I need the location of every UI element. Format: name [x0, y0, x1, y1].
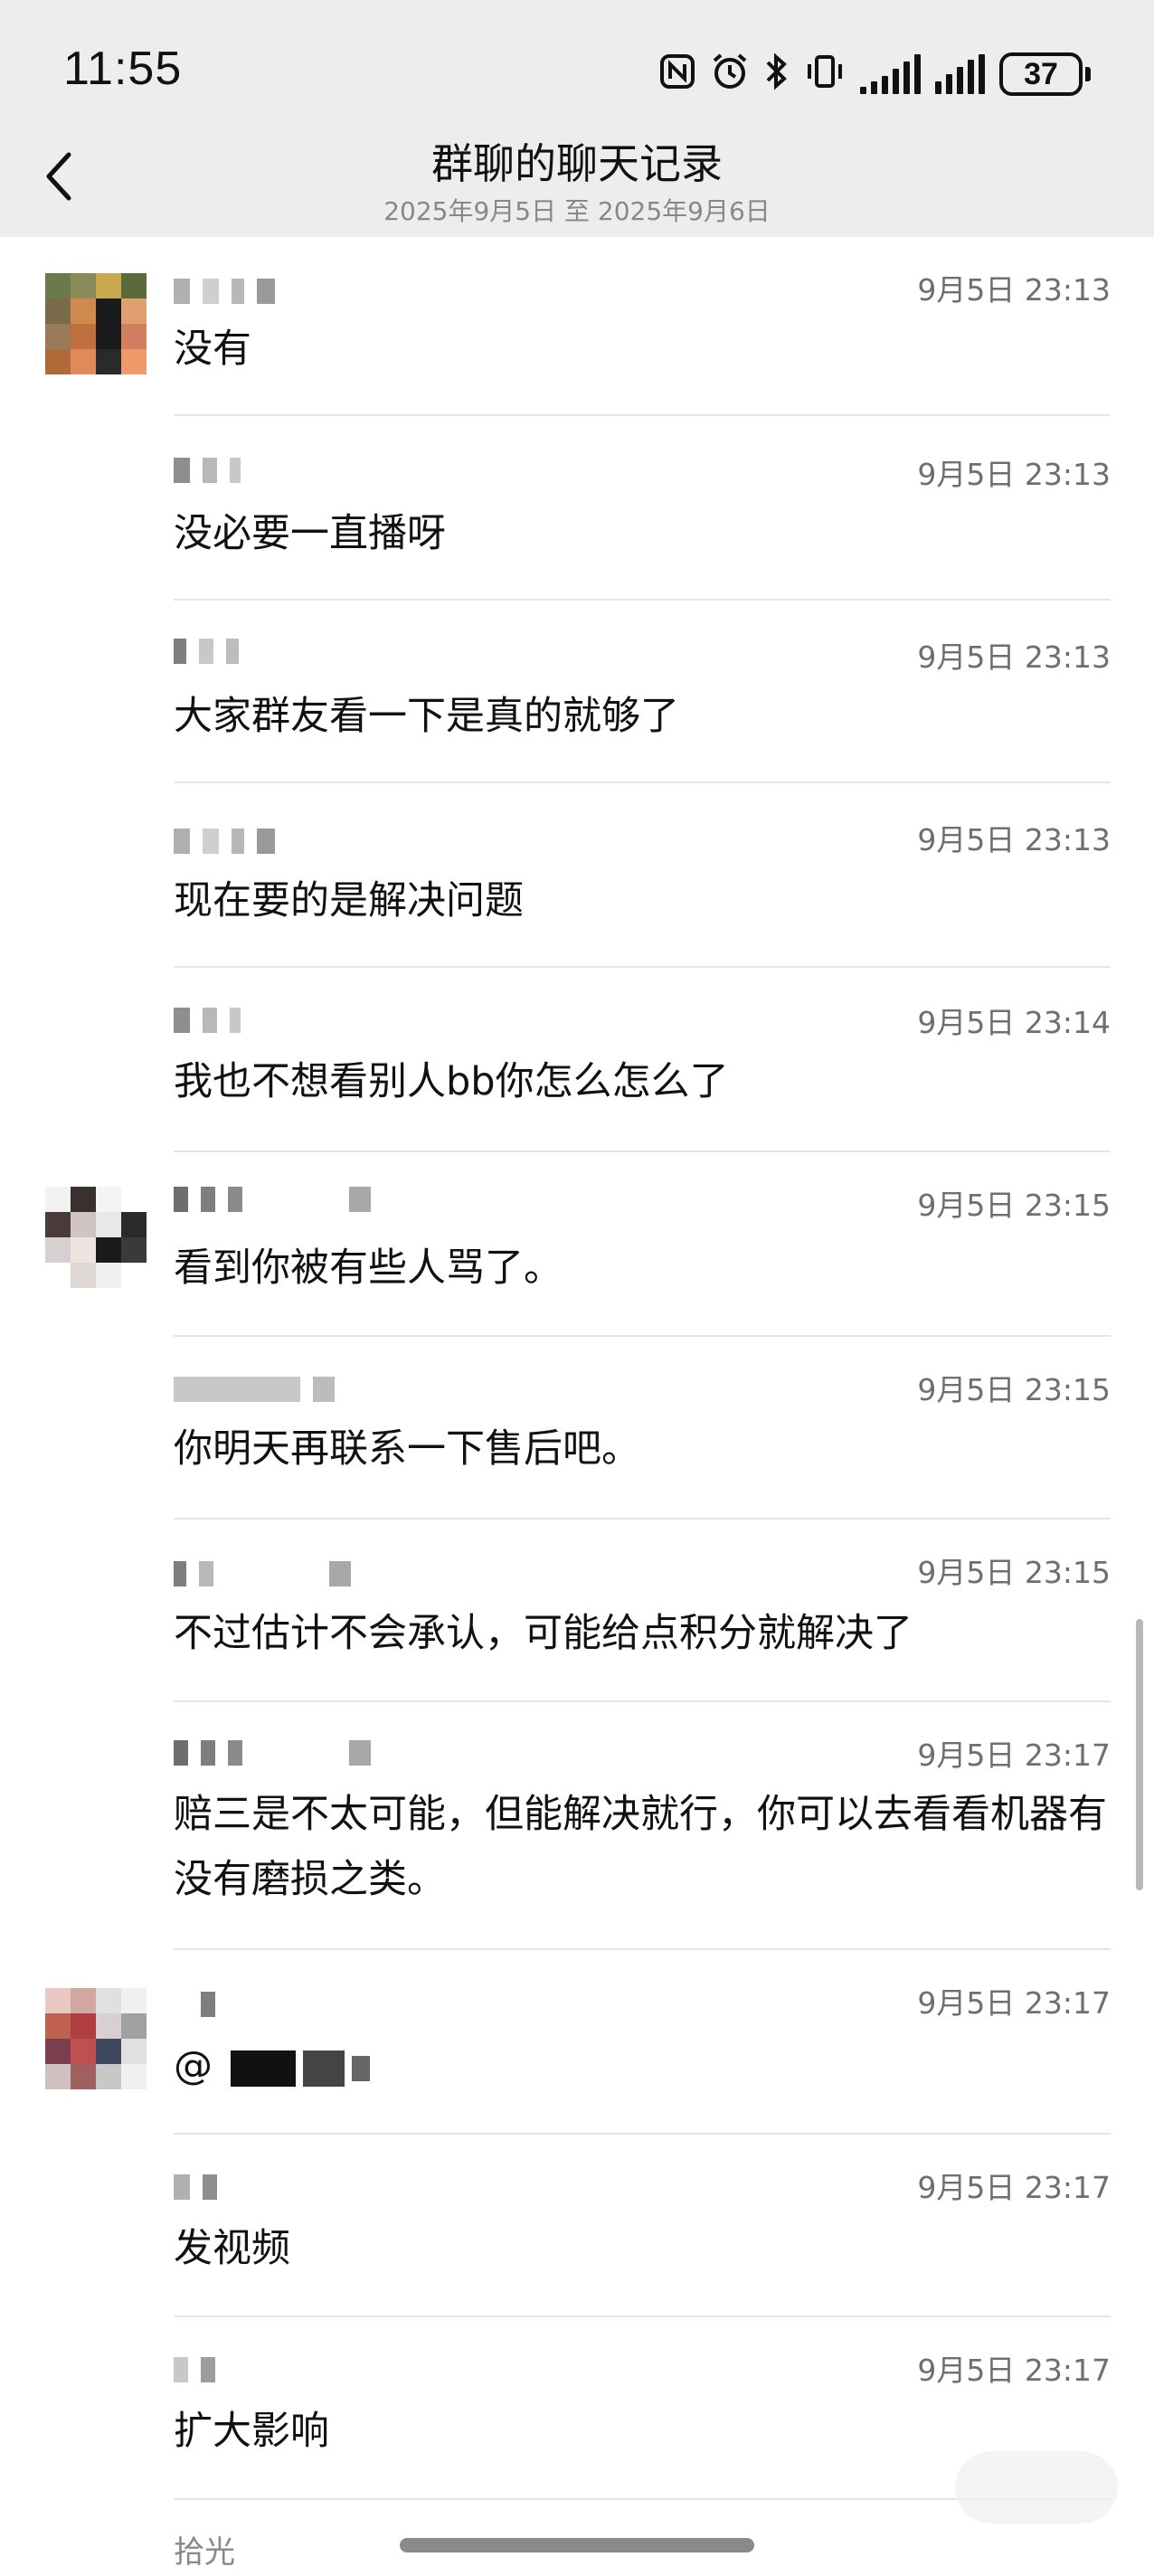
message-text[interactable]: 大家群友看一下是真的就够了 — [174, 684, 1114, 749]
divider — [174, 2133, 1111, 2135]
nfc-icon — [659, 53, 695, 96]
sender-name — [174, 633, 239, 669]
message-time: 9月5日 23:15 — [917, 1372, 1111, 1407]
avatar[interactable] — [45, 1988, 147, 2089]
avatar[interactable] — [45, 1187, 147, 1288]
sender-name — [174, 1002, 241, 1038]
divider — [174, 599, 1111, 601]
scrollbar[interactable] — [1136, 1619, 1143, 1890]
divider — [174, 2316, 1111, 2317]
message-time: 9月5日 23:17 — [917, 2170, 1111, 2205]
sender-name — [174, 1181, 371, 1217]
alarm-icon — [710, 52, 750, 98]
sender-name — [174, 823, 275, 859]
sender-name — [174, 452, 241, 488]
message-time: 9月5日 23:17 — [917, 1985, 1111, 2021]
divider — [174, 781, 1111, 783]
message-text[interactable]: 扩大影响 — [174, 2399, 1114, 2464]
divider — [174, 1335, 1111, 1337]
home-indicator[interactable] — [400, 2538, 754, 2552]
redacted-mention — [302, 2050, 345, 2087]
divider — [174, 1948, 1111, 1950]
divider — [174, 966, 1111, 968]
redacted-mention — [351, 2055, 370, 2081]
message-time: 9月5日 23:14 — [917, 1005, 1111, 1040]
bluetooth-icon — [764, 52, 790, 98]
sender-name — [174, 1735, 371, 1771]
avatar[interactable] — [45, 273, 147, 374]
divider — [174, 1151, 1111, 1152]
divider — [174, 1518, 1111, 1520]
message-text[interactable]: 你明天再联系一下售后吧。 — [174, 1416, 1114, 1482]
status-time: 11:55 — [63, 43, 183, 95]
message-time: 9月5日 23:15 — [917, 1188, 1111, 1223]
message-time: 9月5日 23:13 — [917, 272, 1111, 308]
status-icons: 37 — [659, 47, 1091, 101]
sender-name — [174, 2352, 215, 2388]
message-text[interactable]: 看到你被有些人骂了。 — [174, 1236, 1114, 1301]
message-time: 9月5日 23:13 — [917, 457, 1111, 492]
divider — [174, 414, 1111, 416]
sender-name — [174, 1371, 335, 1407]
sender-name: 拾光 — [174, 2533, 235, 2571]
top-bar: 11:55 37 群聊的聊天记录 2025年9月5日 至 2025年9月6日 — [0, 0, 1154, 237]
sender-name — [174, 1986, 215, 2022]
vibrate-icon — [804, 52, 846, 98]
mention-at: @ — [174, 2043, 213, 2088]
battery-indicator: 37 — [999, 52, 1091, 96]
message-text[interactable]: 不过估计不会承认，可能给点积分就解决了 — [174, 1601, 1114, 1666]
message-time: 9月5日 23:15 — [917, 1555, 1111, 1590]
watermark-logo — [955, 2451, 1118, 2524]
sender-name — [174, 2169, 217, 2205]
sender-name — [174, 273, 275, 309]
message-text[interactable]: @ — [174, 2033, 1114, 2098]
message-time: 9月5日 23:17 — [917, 2353, 1111, 2388]
message-text[interactable]: 没必要一直播呀 — [174, 501, 1114, 566]
signal-icon — [860, 54, 921, 94]
message-text[interactable]: 没有 — [174, 317, 1114, 382]
signal-icon — [935, 54, 985, 94]
message-text[interactable]: 我也不想看别人bb你怎么怎么了 — [174, 1049, 1114, 1114]
message-time: 9月5日 23:17 — [917, 1738, 1111, 1773]
divider — [174, 1700, 1111, 1702]
message-text[interactable]: 现在要的是解决问题 — [174, 868, 1114, 933]
sender-name — [174, 1556, 351, 1592]
page-title: 群聊的聊天记录 — [431, 139, 723, 188]
message-text[interactable]: 赔三是不太可能，但能解决就行，你可以去看看机器有没有磨损之类。 — [174, 1782, 1114, 1912]
date-range: 2025年9月5日 至 2025年9月6日 — [383, 196, 771, 226]
redacted-mention — [230, 2050, 296, 2087]
battery-level: 37 — [999, 52, 1083, 96]
message-text[interactable]: 发视频 — [174, 2216, 1114, 2281]
message-time: 9月5日 23:13 — [917, 822, 1111, 857]
message-time: 9月5日 23:13 — [917, 639, 1111, 675]
